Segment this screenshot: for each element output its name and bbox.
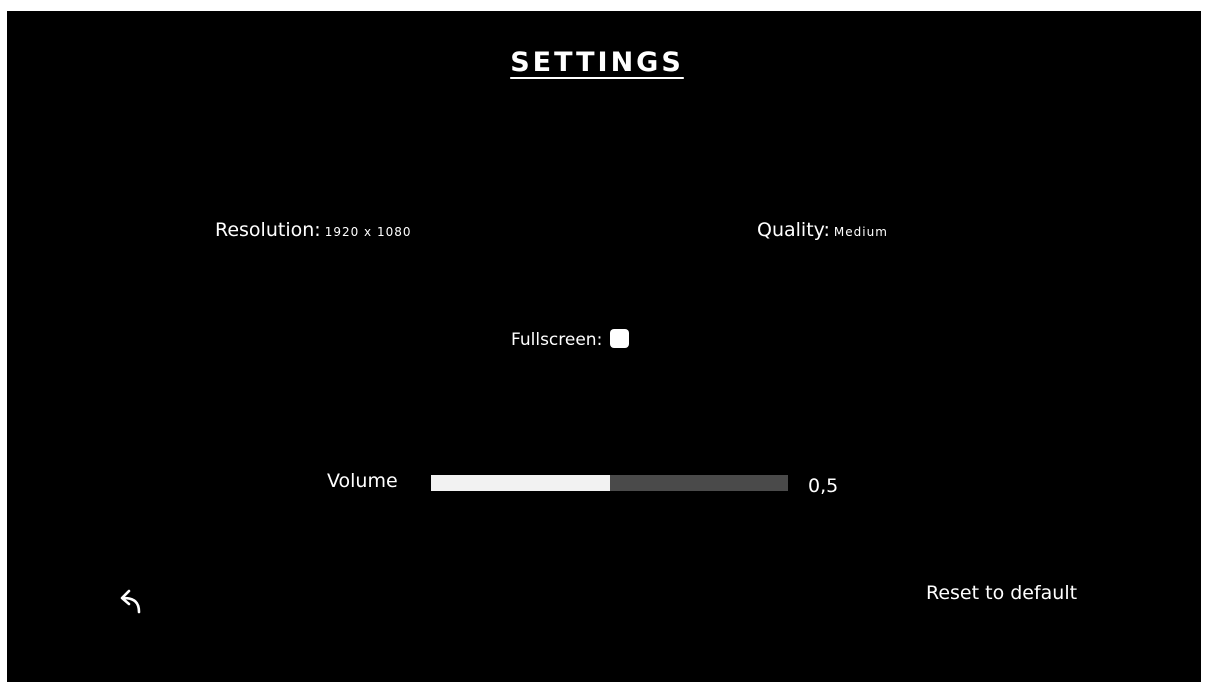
volume-value: 0,5 bbox=[808, 475, 839, 497]
resolution-setting[interactable]: Resolution: 1920 x 1080 bbox=[215, 219, 412, 241]
quality-value: Medium bbox=[833, 225, 888, 239]
quality-setting[interactable]: Quality: Medium bbox=[757, 219, 888, 241]
fullscreen-setting: Fullscreen: bbox=[511, 329, 630, 350]
reset-to-default-button[interactable]: Reset to default bbox=[926, 582, 1077, 604]
page-title: SETTINGS bbox=[510, 47, 684, 78]
resolution-value: 1920 x 1080 bbox=[324, 225, 412, 239]
volume-label: Volume bbox=[327, 470, 398, 492]
fullscreen-label: Fullscreen: bbox=[511, 330, 603, 350]
settings-screen: SETTINGS Resolution: 1920 x 1080 Quality:… bbox=[7, 11, 1201, 682]
quality-label: Quality: bbox=[757, 219, 830, 241]
volume-slider-fill bbox=[431, 475, 610, 491]
resolution-label: Resolution: bbox=[215, 219, 321, 241]
volume-slider[interactable] bbox=[431, 475, 788, 491]
back-arrow-icon[interactable] bbox=[115, 585, 151, 615]
fullscreen-checkbox[interactable] bbox=[610, 329, 630, 348]
